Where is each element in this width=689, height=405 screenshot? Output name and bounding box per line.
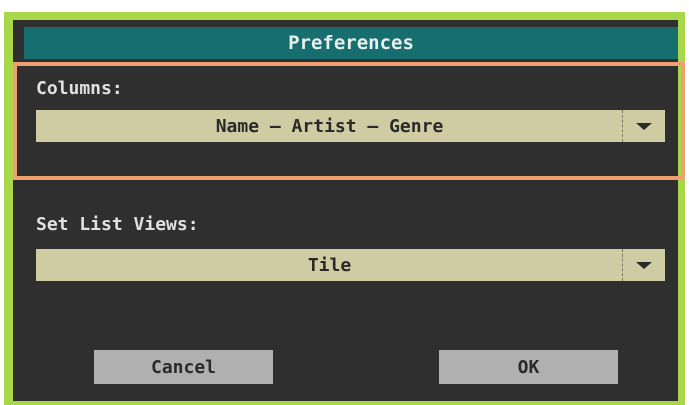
columns-select[interactable]: Name – Artist – Genre xyxy=(36,110,665,142)
chevron-down-icon[interactable] xyxy=(622,249,665,281)
set-list-views-select-value: Tile xyxy=(307,254,352,276)
preferences-dialog: Preferences Columns: Name – Artist – Gen… xyxy=(0,0,689,405)
ok-button[interactable]: OK xyxy=(439,350,618,384)
cancel-button[interactable]: Cancel xyxy=(94,350,273,384)
columns-label: Columns: xyxy=(36,78,123,99)
dialog-title: Preferences xyxy=(24,27,678,59)
chevron-down-icon[interactable] xyxy=(622,110,665,142)
columns-select-value: Name – Artist – Genre xyxy=(215,115,444,137)
set-list-views-select[interactable]: Tile xyxy=(36,249,665,281)
set-list-views-label: Set List Views: xyxy=(36,214,199,235)
